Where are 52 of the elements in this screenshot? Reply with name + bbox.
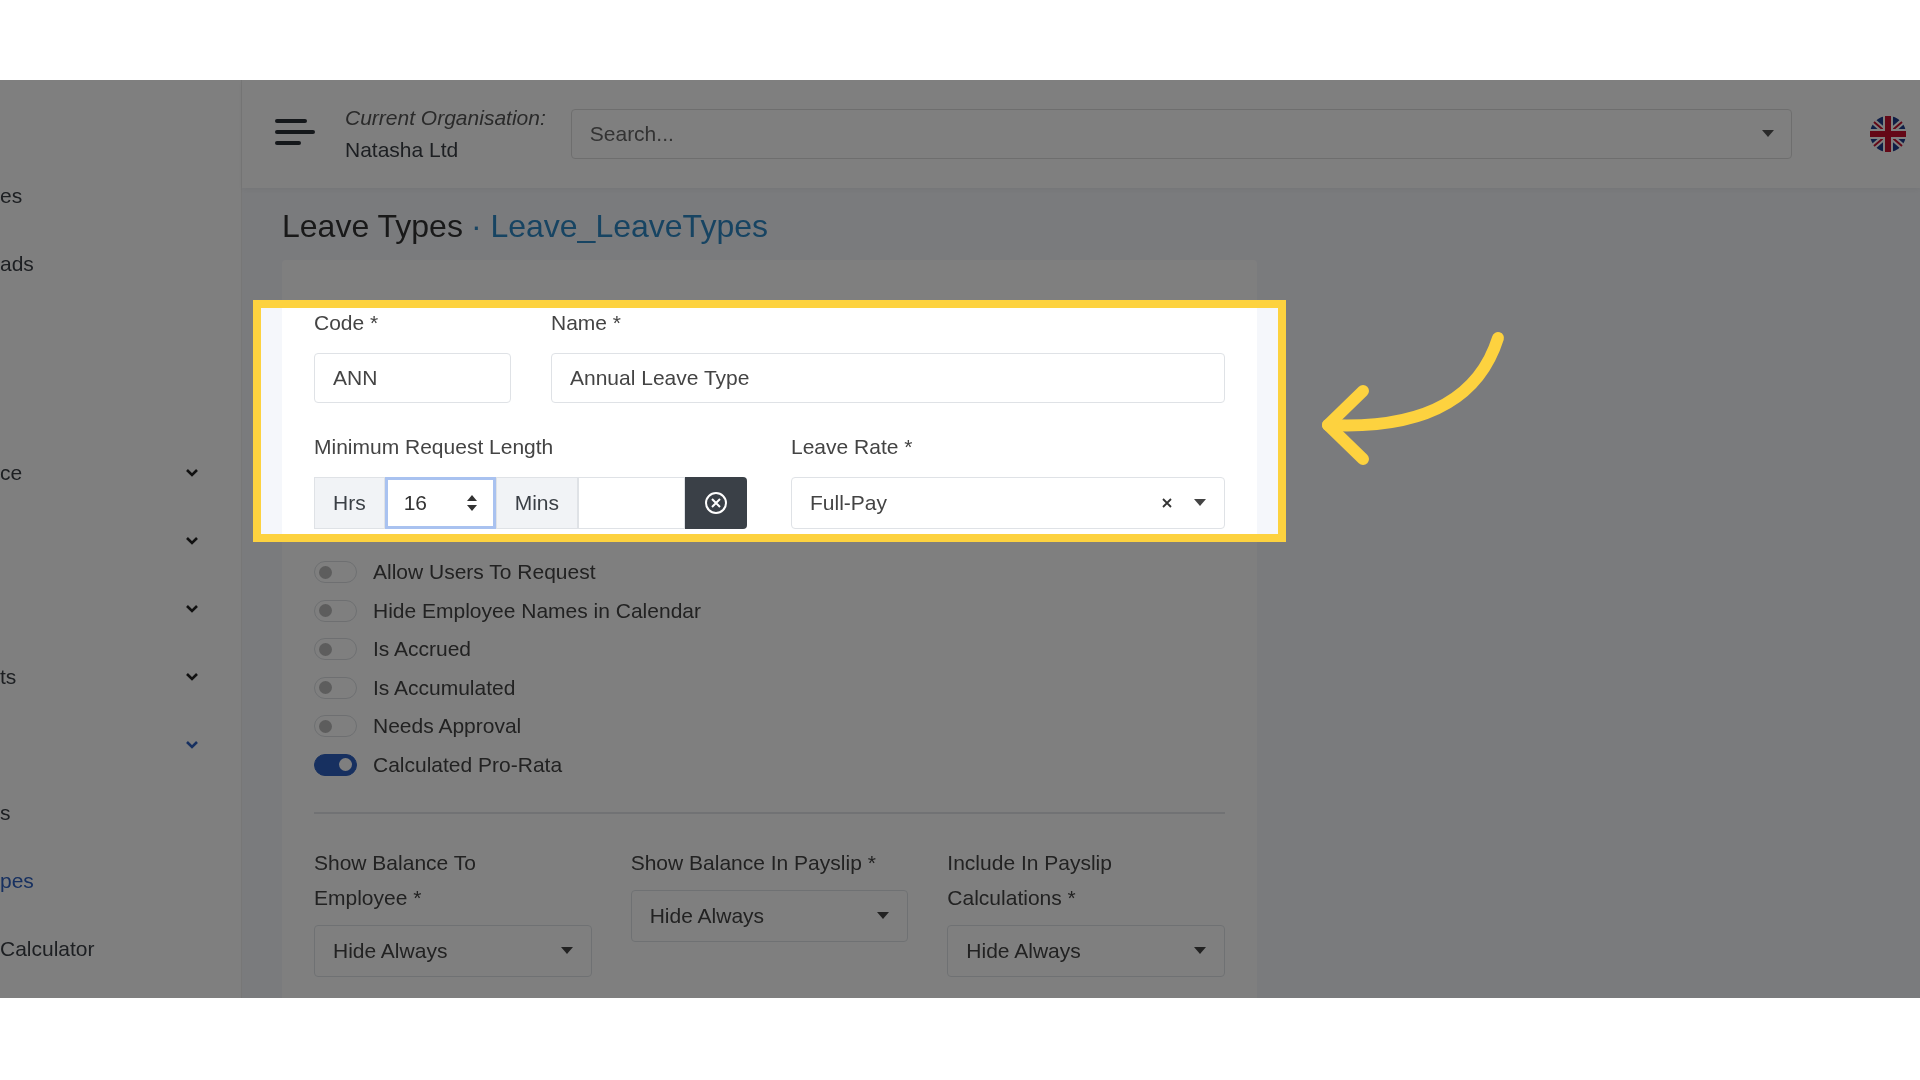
code-input[interactable]: ANN [314, 353, 511, 403]
field-label: Include In Payslip Calculations * [947, 850, 1113, 911]
toggle-label: Allow Users To Request [373, 560, 596, 585]
spinner-icon[interactable] [465, 493, 478, 513]
toggle-label: Calculated Pro-Rata [373, 752, 563, 777]
page-subtitle: · Leave_LeaveTypes [470, 208, 768, 244]
organisation-name: Natasha Ltd [345, 138, 460, 162]
sidebar-item[interactable]: ts [0, 665, 17, 689]
chevron-down-icon[interactable] [185, 672, 199, 682]
leave-rate-select[interactable]: Full-Pay [791, 477, 1225, 529]
field-label: Show Balance To Employee * [314, 850, 477, 911]
chevron-down-icon[interactable] [185, 604, 199, 614]
close-circle-icon [704, 491, 728, 515]
caret-icon [560, 947, 573, 955]
toggle-switch[interactable] [314, 753, 357, 776]
dropdown-select[interactable]: Hide Always [630, 890, 909, 942]
sidebar-item[interactable]: ads [0, 252, 34, 276]
clear-button[interactable] [685, 477, 747, 529]
toggle-label: Is Accrued [373, 637, 472, 662]
name-input[interactable]: Annual Leave Type [551, 353, 1225, 403]
sidebar-item[interactable]: Calculator [0, 937, 95, 961]
minutes-input[interactable] [578, 477, 685, 529]
search-field[interactable]: Search... [570, 109, 1792, 159]
caret-icon [1194, 499, 1206, 507]
sidebar-item[interactable]: ce [0, 461, 23, 485]
dropdown-select[interactable]: Hide Always [314, 925, 592, 977]
caret-icon [1194, 947, 1206, 955]
toggle-label: Needs Approval [373, 714, 522, 739]
caret-icon [1762, 130, 1774, 138]
hours-input[interactable]: 16 [384, 477, 496, 529]
page-title: Leave Types [282, 208, 463, 244]
minutes-label: Mins [495, 477, 578, 529]
field-label: Name * [551, 310, 623, 336]
caret-icon [877, 912, 890, 920]
chevron-down-icon[interactable] [185, 740, 199, 750]
flag-icon[interactable] [1870, 116, 1906, 152]
toggle-label: Is Accumulated [373, 675, 516, 700]
field-label: Code * [314, 310, 380, 336]
hours-label: Hrs [314, 477, 385, 529]
field-label: Minimum Request Length [314, 434, 555, 460]
chevron-down-icon[interactable] [185, 468, 199, 478]
sidebar-item[interactable]: es [0, 184, 23, 208]
dropdown-select[interactable]: Hide Always [947, 925, 1225, 977]
toggle-label: Hide Employee Names in Calendar [373, 598, 701, 623]
clear-icon[interactable] [1162, 498, 1172, 508]
field-label: Leave Rate * [791, 434, 914, 460]
organisation-label: Current Organisation: [345, 106, 546, 130]
chevron-down-icon[interactable] [185, 536, 199, 546]
field-label: Show Balance In Payslip * [630, 850, 877, 876]
sidebar-item[interactable]: pes [0, 869, 34, 893]
sidebar-item[interactable]: s [0, 801, 11, 825]
menu-icon[interactable] [275, 117, 315, 147]
